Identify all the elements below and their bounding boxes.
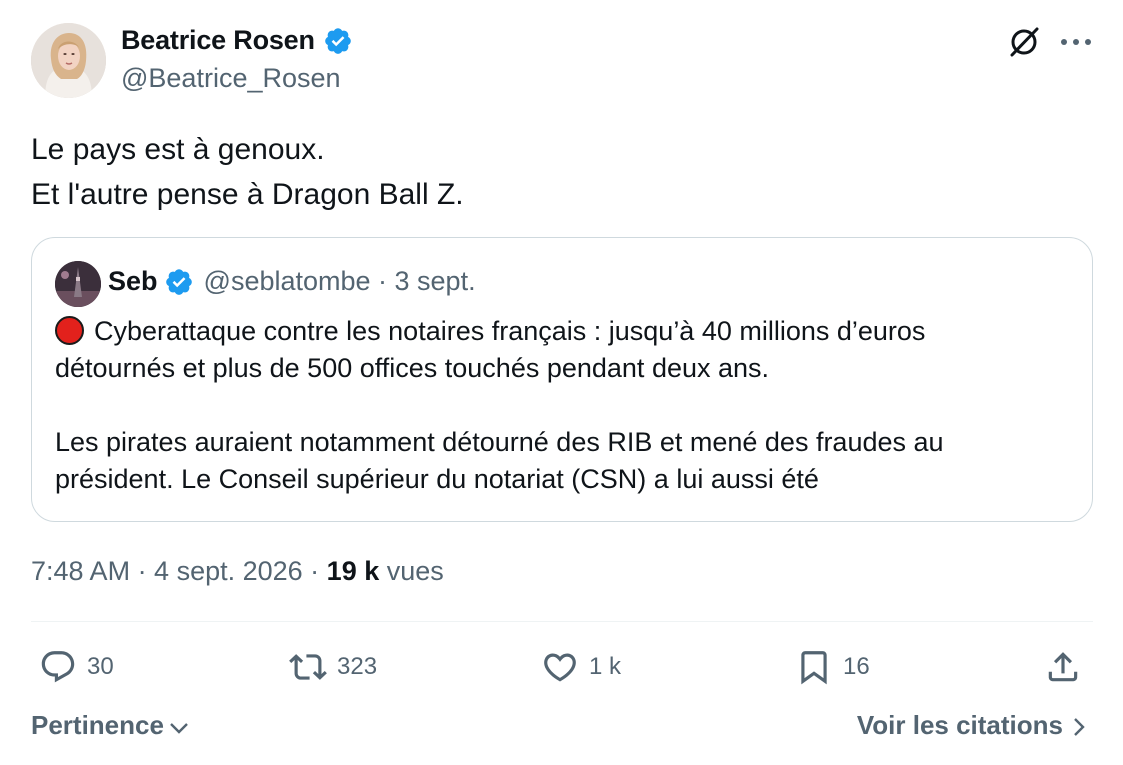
quoted-tweet[interactable]: Seb @seblatombe · 3 sept. Cyberattaque c…: [31, 237, 1093, 522]
quote-author-name[interactable]: Seb: [108, 266, 158, 297]
author-avatar[interactable]: [31, 23, 106, 98]
quote-handle-date: @seblatombe · 3 sept.: [203, 266, 476, 296]
tweet-text-line: Et l'autre pense à Dragon Ball Z.: [31, 178, 464, 211]
reply-button[interactable]: 30: [39, 645, 114, 689]
repost-count: 323: [337, 653, 378, 680]
repost-button[interactable]: 323: [289, 645, 377, 689]
bookmark-icon: [801, 651, 827, 685]
quote-text-line: Les pirates auraient notamment détourné …: [55, 427, 944, 457]
bookmark-button[interactable]: 16: [795, 645, 870, 689]
like-count: 1 k: [589, 653, 622, 680]
views-label: vues: [379, 556, 444, 586]
tweet-text: Le pays est à genoux. Et l'autre pense à…: [31, 127, 1091, 217]
grok-icon[interactable]: [1006, 24, 1042, 60]
verified-badge-icon: [164, 267, 194, 297]
quote-text-line: président. Le Conseil supérieur du notar…: [55, 464, 819, 494]
heart-icon: [544, 653, 576, 682]
share-button[interactable]: [1044, 645, 1082, 689]
more-options-icon[interactable]: [1058, 28, 1094, 56]
repost-icon: [289, 654, 327, 680]
quote-text-line: Cyberattaque contre les notaires françai…: [55, 313, 1075, 350]
quote-text: Cyberattaque contre les notaires françai…: [55, 313, 1075, 498]
tweet-detail: Beatrice Rosen @Beatrice_Rosen Le pays e…: [0, 0, 1123, 765]
tweet-text-line: Le pays est à genoux.: [31, 133, 325, 166]
author-handle[interactable]: @Beatrice_Rosen: [121, 63, 341, 94]
reply-icon: [41, 651, 75, 683]
chevron-right-icon: [1074, 718, 1085, 736]
quote-author-avatar[interactable]: [55, 261, 101, 307]
reply-count: 30: [87, 653, 114, 680]
author-name[interactable]: Beatrice Rosen: [121, 25, 315, 56]
red-circle-icon: [55, 316, 84, 345]
divider: [31, 621, 1093, 622]
share-icon: [1048, 652, 1078, 682]
sort-dropdown[interactable]: Pertinence: [31, 710, 190, 741]
verified-badge-icon: [323, 26, 353, 56]
author-name-row[interactable]: Beatrice Rosen: [121, 25, 353, 56]
quote-text-line: détournés et plus de 500 offices touchés…: [55, 353, 770, 383]
views-count: 19 k: [326, 556, 380, 586]
sort-label: Pertinence: [31, 710, 164, 740]
time-date[interactable]: 7:48 AM · 4 sept. 2026 ·: [31, 556, 327, 586]
tweet-timestamp: 7:48 AM · 4 sept. 2026 · 19 k vues: [31, 556, 444, 587]
bookmark-count: 16: [843, 653, 870, 680]
quote-header: Seb @seblatombe · 3 sept.: [108, 266, 476, 297]
view-quotes-label: Voir les citations: [856, 710, 1063, 740]
like-button[interactable]: 1 k: [541, 645, 621, 689]
view-quotes-link[interactable]: Voir les citations: [857, 710, 1089, 741]
chevron-down-icon: [170, 722, 188, 734]
